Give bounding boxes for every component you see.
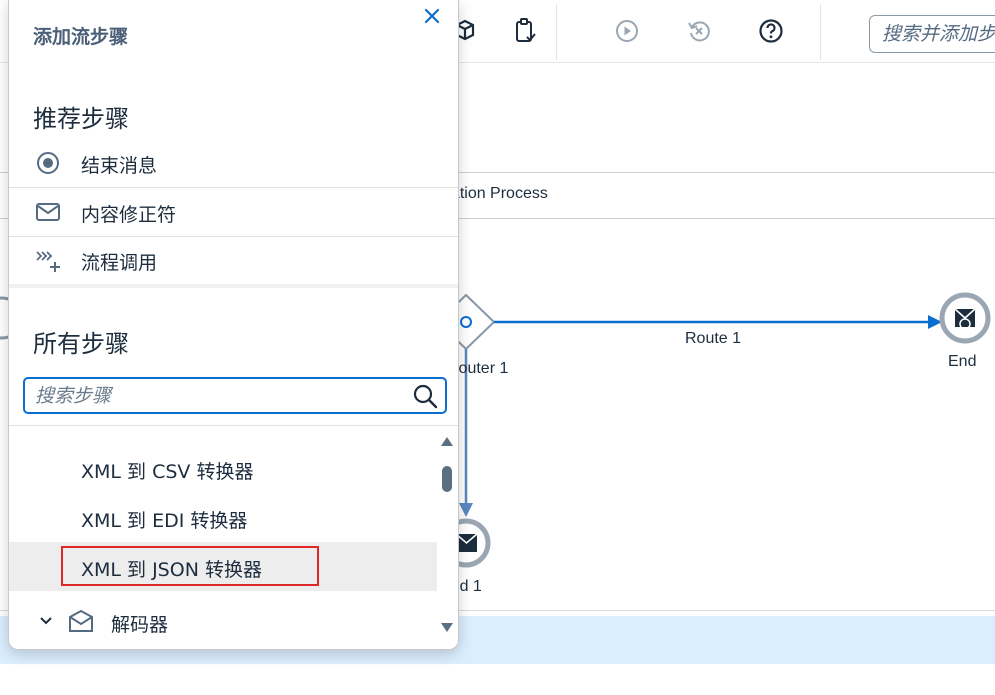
all-steps-list: XML 到 CSV 转换器 XML 到 EDI 转换器 XML 到 JSON 转… bbox=[9, 425, 458, 649]
recommended-item-label: 结束消息 bbox=[81, 155, 158, 177]
end-message-icon bbox=[35, 151, 61, 175]
list-item[interactable]: XML 到 CSV 转换器 bbox=[9, 444, 437, 493]
group-item-label: 解码器 bbox=[111, 614, 169, 636]
add-flow-step-popover: 添加流步骤 推荐步骤 结束消息 内容修正符 流程调用 所有步骤 搜索步骤 XML… bbox=[8, 0, 459, 650]
list-item-label: XML 到 EDI 转换器 bbox=[81, 510, 248, 532]
scroll-down-icon[interactable] bbox=[440, 621, 454, 635]
arrow-head-icon bbox=[459, 503, 473, 517]
list-scrollbar[interactable] bbox=[438, 425, 456, 649]
envelope-icon bbox=[35, 200, 61, 224]
step-search-field[interactable] bbox=[23, 377, 447, 414]
list-item[interactable]: XML 到 EDI 转换器 bbox=[9, 493, 437, 542]
end-label: End bbox=[948, 353, 977, 370]
list-item-xml-to-json[interactable]: XML 到 JSON 转换器 bbox=[9, 542, 437, 591]
scroll-up-icon[interactable] bbox=[440, 434, 454, 448]
recommended-section-title: 推荐步骤 bbox=[33, 105, 129, 133]
decoder-envelope-icon bbox=[69, 609, 93, 632]
popover-title: 添加流步骤 bbox=[33, 26, 129, 48]
chevron-down-icon[interactable] bbox=[37, 612, 55, 630]
recommended-item-process-call[interactable]: 流程调用 bbox=[9, 236, 458, 284]
close-icon bbox=[424, 8, 440, 24]
recommended-item-label: 流程调用 bbox=[81, 252, 158, 274]
list-item-label: XML 到 JSON 转换器 bbox=[81, 559, 262, 581]
close-button[interactable] bbox=[419, 3, 445, 29]
recommended-item-end-message[interactable]: 结束消息 bbox=[9, 139, 458, 187]
recommended-item-content-modifier[interactable]: 内容修正符 bbox=[9, 188, 458, 236]
recommended-item-label: 内容修正符 bbox=[81, 204, 177, 226]
list-item-label: XML 到 CSV 转换器 bbox=[81, 461, 254, 483]
route-label: Route 1 bbox=[685, 330, 742, 347]
scroll-thumb[interactable] bbox=[442, 466, 452, 492]
app-root: 搜索并添加步骤 Integration Process Router 1 Rou… bbox=[0, 0, 995, 695]
all-steps-section-title: 所有步骤 bbox=[33, 330, 129, 358]
group-item-decoder[interactable]: 解码器 bbox=[9, 597, 437, 646]
step-search-input[interactable] bbox=[35, 383, 395, 409]
search-icon[interactable] bbox=[412, 383, 438, 409]
process-call-icon bbox=[35, 248, 61, 272]
